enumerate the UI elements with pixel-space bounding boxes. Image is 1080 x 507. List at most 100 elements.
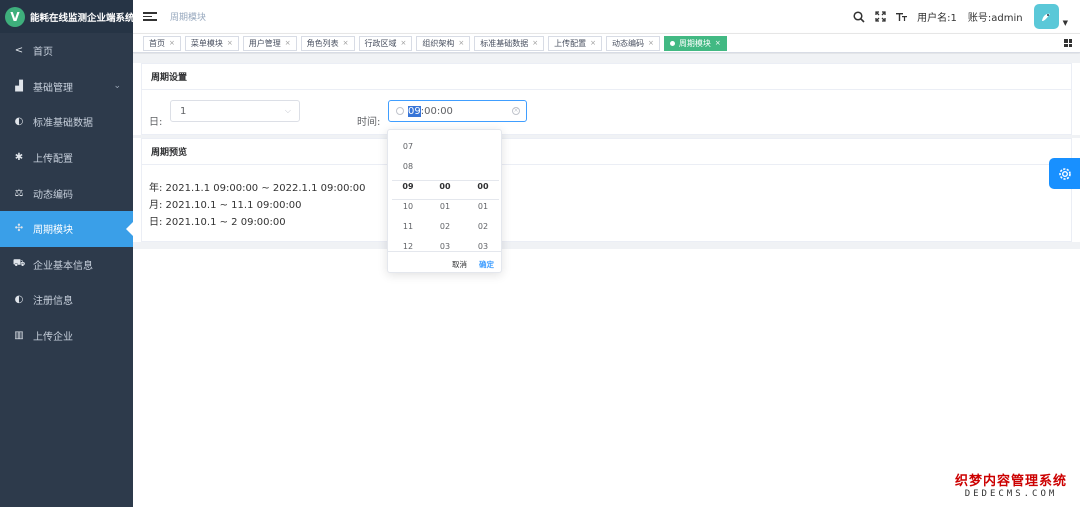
tag-label: 行政区域 <box>364 38 397 48</box>
username: 用户名:1 <box>917 13 957 24</box>
picker-seconds-cell[interactable]: 03 <box>464 242 501 251</box>
picker-seconds-cell[interactable]: 02 <box>464 222 501 231</box>
tag-item[interactable]: 行政区域 × <box>358 35 413 51</box>
picker-minutes-cell[interactable]: 00 <box>426 182 464 191</box>
asterisk-icon: ✱ <box>14 152 24 164</box>
chevron-down-icon[interactable]: ▼ <box>1063 19 1068 27</box>
close-icon[interactable]: × <box>169 39 175 47</box>
avatar[interactable] <box>1033 4 1059 29</box>
close-icon[interactable]: × <box>401 39 407 47</box>
car-icon: ⛟ <box>12 257 26 269</box>
chart-icon: ▟ <box>15 80 23 92</box>
breadcrumb[interactable]: 周期模块 <box>170 10 206 23</box>
sidebar-item[interactable]: ⚖ 动态编码 <box>0 175 133 211</box>
tags-view: 首页 × 菜单模块 × 用户管理 × 角色列表 × 行政区域 × 组织架构 × 标准基础数据 × 上传配置 ×… <box>133 33 1080 53</box>
close-icon[interactable]: × <box>343 39 349 47</box>
move-icon: ✣ <box>14 223 24 235</box>
chevron-down-icon: ⌵ <box>284 106 291 115</box>
picker-hours-cell[interactable]: 06 <box>389 130 427 131</box>
search-icon[interactable] <box>853 10 865 23</box>
picker-seconds-cell[interactable]: 00 <box>464 182 501 191</box>
time-input-rest: :00:00 <box>420 105 453 117</box>
tag-item[interactable]: 组织架构 × <box>416 35 471 51</box>
logo[interactable]: V 能耗在线监测企业端系统 <box>0 0 133 33</box>
picker-hours-cell[interactable]: 08 <box>389 162 427 171</box>
sidebar-item-label: 企业基本信息 <box>33 260 93 272</box>
sidebar-item[interactable]: ✱ 上传配置 <box>0 140 133 176</box>
tag-item[interactable]: 首页 × <box>143 35 181 51</box>
spacer <box>133 242 1080 249</box>
spacer <box>133 54 1080 63</box>
sidebar-item-label: 周期模块 <box>33 225 73 237</box>
halfmoon-icon: ◐ <box>14 116 24 128</box>
sidebar-item[interactable]: < 首页 <box>0 33 133 69</box>
confirm-button[interactable]: 确定 <box>479 259 494 270</box>
app-title: 能耗在线监测企业端系统 <box>30 12 133 24</box>
close-icon[interactable]: × <box>715 39 721 47</box>
hamburger-menu-icon[interactable] <box>143 12 157 21</box>
close-icon[interactable]: × <box>227 39 233 47</box>
tag-item[interactable]: 用户管理 × <box>242 35 297 51</box>
picker-hours-cell[interactable]: 07 <box>389 142 427 151</box>
watermark-title: 织梦内容管理系统 <box>954 474 1067 489</box>
picker-minutes-cell[interactable]: 02 <box>426 222 464 231</box>
gear-icon <box>1058 167 1071 180</box>
picker-seconds-cell[interactable]: 01 <box>464 202 501 211</box>
picker-hours-cell[interactable]: 11 <box>389 222 427 231</box>
picker-minutes-cell[interactable]: 03 <box>426 242 464 251</box>
close-icon[interactable]: × <box>458 39 464 47</box>
day-select[interactable]: 1 ⌵ <box>170 100 300 122</box>
active-dot-icon <box>669 40 675 46</box>
close-icon[interactable]: × <box>285 39 291 47</box>
time-picker-panel: 06 07 08 09 10 11 12 00 01 02 03 00 01 02 03 取消 确定 <box>387 129 502 273</box>
picker-selection-line <box>392 180 499 181</box>
clear-icon[interactable]: × <box>512 107 520 115</box>
sidebar-item[interactable]: ▟ 基础管理 ⌄ <box>0 69 133 105</box>
time-label: 时间: <box>357 117 381 128</box>
sidebar-item-label: 基础管理 <box>33 82 73 94</box>
header: 周期模块 用户名:1 账号:admin ▼ <box>133 0 1080 33</box>
time-picker-input[interactable]: 09:00:00 × <box>388 100 527 122</box>
tag-item[interactable]: 上传配置 × <box>548 35 602 51</box>
main-content: 周期设置 日: 1 ⌵ 时间: 09:00:00 × 周期预览 年: 2021.… <box>133 54 1080 507</box>
sidebar-item-label: 上传配置 <box>33 154 73 166</box>
settings-card-title: 周期设置 <box>142 64 1071 90</box>
tag-item[interactable]: 角色列表 × <box>300 35 355 51</box>
picker-hours-cell[interactable]: 10 <box>389 202 427 211</box>
settings-gear-button[interactable] <box>1049 158 1080 189</box>
bars-icon: ▥ <box>14 330 24 342</box>
sidebar-item[interactable]: ◐ 注册信息 <box>0 282 133 318</box>
tag-item[interactable]: 菜单模块 × <box>184 35 239 51</box>
tag-item[interactable]: 标准基础数据 × <box>474 35 545 51</box>
picker-selection-line <box>392 199 499 200</box>
watermark: 织梦内容管理系统 DEDECMS.COM <box>950 470 1072 499</box>
sidebar-item-label: 标准基础数据 <box>33 118 93 130</box>
close-icon[interactable]: × <box>532 39 538 47</box>
day-select-value: 1 <box>180 105 187 117</box>
font-size-icon[interactable] <box>896 11 908 22</box>
sidebar-item[interactable]: ✣ 周期模块 <box>0 210 133 247</box>
settings-card: 周期设置 日: 1 ⌵ 时间: 09:00:00 × <box>141 63 1072 135</box>
time-spinner[interactable]: 06 07 08 09 10 11 12 00 01 02 03 00 01 02 03 <box>388 130 501 251</box>
tag-item[interactable]: 动态编码 × <box>606 35 660 51</box>
fullscreen-icon[interactable] <box>875 11 886 22</box>
close-icon[interactable]: × <box>590 39 596 47</box>
picker-hours-cell[interactable]: 09 <box>389 182 427 191</box>
time-input-hour-selected: 09 <box>408 105 421 117</box>
tag-label: 上传配置 <box>554 38 587 48</box>
tag-item[interactable]: 周期模块 × <box>663 35 727 51</box>
picker-hours-cell[interactable]: 12 <box>389 242 427 251</box>
share-icon: < <box>14 45 24 57</box>
sidebar-item-label: 动态编码 <box>33 189 73 201</box>
sidebar-item[interactable]: ⛟ 企业基本信息 <box>0 247 133 283</box>
cancel-button[interactable]: 取消 <box>452 259 467 270</box>
tag-label: 首页 <box>149 38 165 48</box>
close-icon[interactable]: × <box>648 39 654 47</box>
tag-label: 标准基础数据 <box>480 38 529 48</box>
grid-icon[interactable] <box>1064 39 1072 47</box>
sidebar-item[interactable]: ▥ 上传企业 <box>0 318 133 354</box>
tag-label: 角色列表 <box>306 38 339 48</box>
sidebar-item-label: 首页 <box>33 47 53 59</box>
picker-minutes-cell[interactable]: 01 <box>426 202 464 211</box>
sidebar-item[interactable]: ◐ 标准基础数据 <box>0 104 133 140</box>
